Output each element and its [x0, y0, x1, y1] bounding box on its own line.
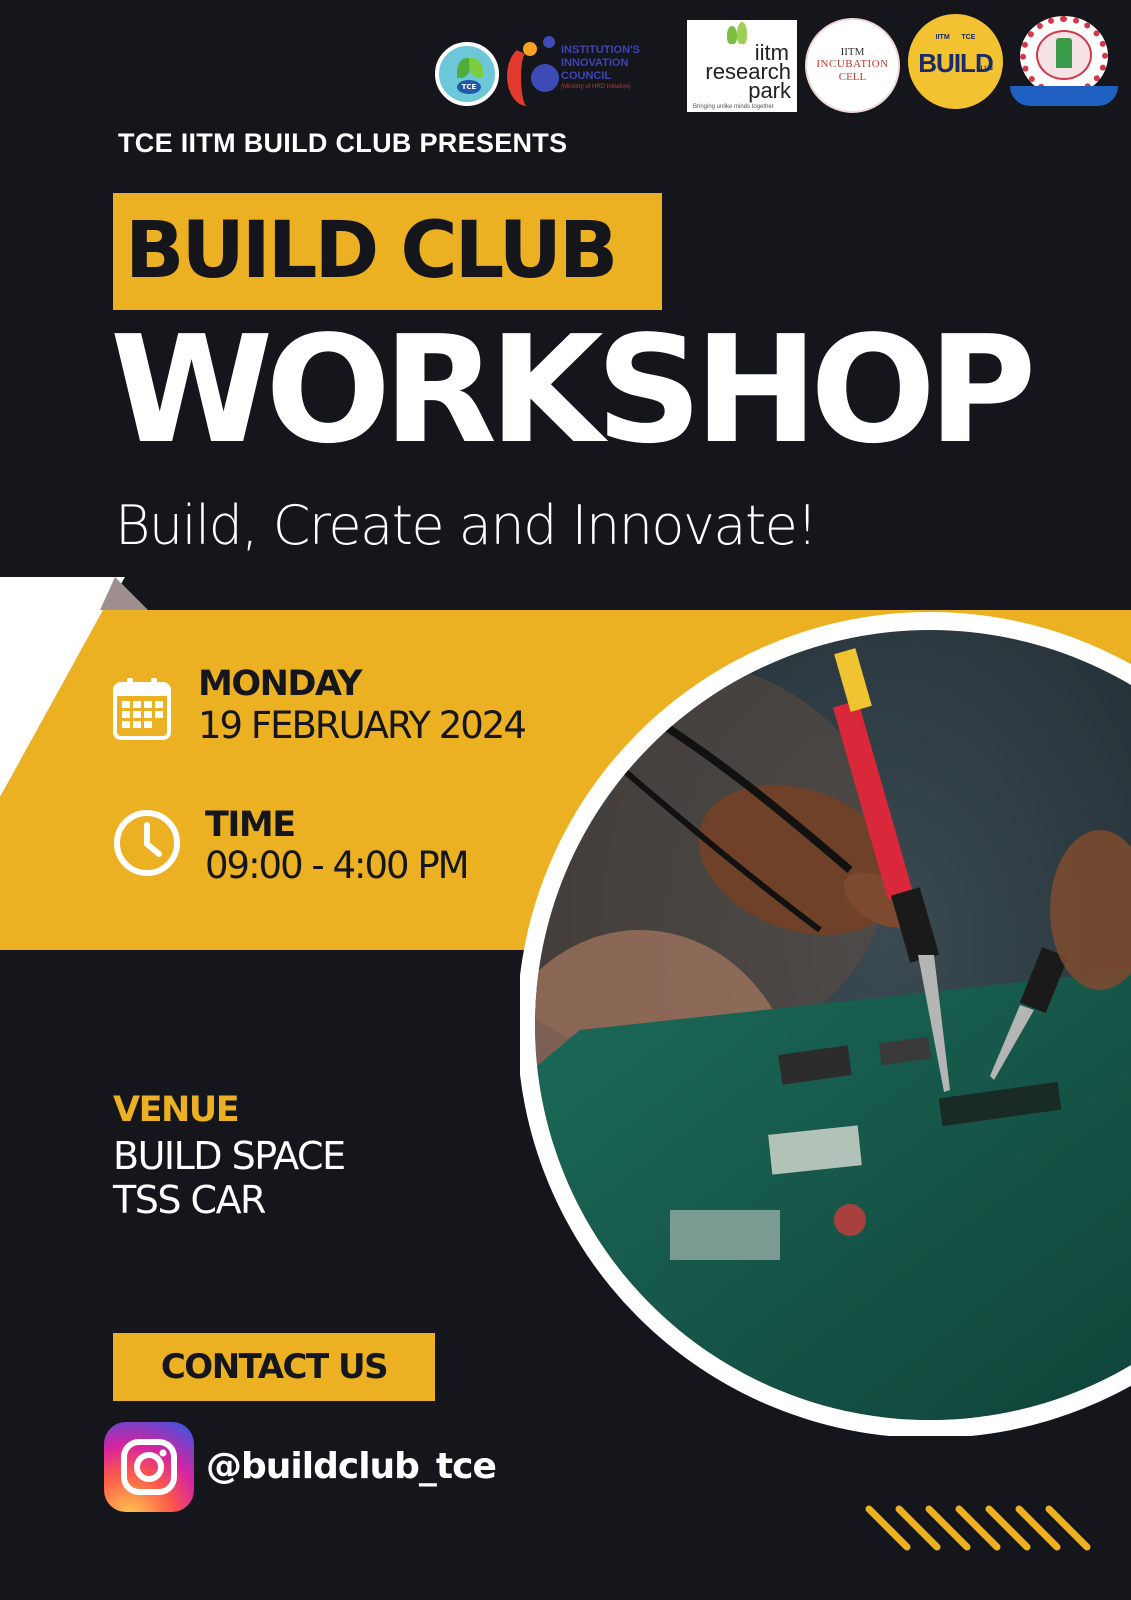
build-club-logo-top: IITM TCE — [935, 34, 976, 41]
build-club-logo-main: BUILD — [918, 48, 993, 78]
time-value: 09:00 - 4:00 PM — [205, 844, 470, 887]
event-date: 19 FEBRUARY 2024 — [198, 704, 527, 747]
time-label: TIME — [205, 805, 296, 845]
iic-line1: INSTITUTION'S — [561, 44, 641, 56]
decorative-stripes — [865, 1505, 1091, 1551]
workshop-poster: TCE INSTITUTION'S INNOVATION COUNCIL (Mi… — [0, 0, 1131, 1600]
contact-us-button[interactable]: CONTACT US — [113, 1333, 435, 1401]
instagram-icon[interactable] — [104, 1422, 194, 1512]
build-club-logo-small: CLUB — [976, 66, 993, 72]
instagram-handle[interactable]: @buildclub_tce — [206, 1444, 497, 1490]
event-subtitle: WORKSHOP — [110, 304, 1036, 476]
tagline: Build, Create and Innovate! — [115, 494, 818, 557]
iic-line3: COUNCIL — [561, 70, 612, 82]
calendar-icon — [113, 678, 171, 740]
title-banner: BUILD CLUB — [113, 193, 662, 310]
venue-label: VENUE — [113, 1090, 240, 1130]
incubation-cell-logo: IITM INCUBATION CELL — [805, 18, 900, 113]
sponsor-logos: TCE INSTITUTION'S INNOVATION COUNCIL (Mi… — [425, 14, 1125, 124]
tce-badge-text: TCE — [457, 80, 481, 94]
clock-icon — [114, 810, 180, 876]
iic-logo: INSTITUTION'S INNOVATION COUNCIL (Minist… — [505, 34, 660, 114]
incubation-text-2: INCUBATION — [816, 58, 889, 70]
venue-line-2: TSS CAR — [113, 1178, 266, 1222]
venue-line-1: BUILD SPACE — [113, 1134, 346, 1178]
incubation-text-1: IITM — [840, 46, 865, 58]
soldering-photo — [520, 612, 1131, 1436]
iic-line2: INNOVATION — [561, 57, 629, 69]
university-seal-logo — [1010, 16, 1118, 111]
event-day: MONDAY — [198, 664, 363, 704]
presents-line: TCE IITM BUILD CLUB PRESENTS — [118, 128, 568, 158]
tce-logo: TCE — [435, 42, 499, 106]
build-club-logo: IITM TCE BUILD CLUB — [908, 14, 1003, 109]
research-park-tagline: Bringing unlike minds together — [693, 104, 774, 110]
iic-sub: (Ministry of HRD Initiative) — [561, 84, 631, 90]
incubation-text-3: CELL — [838, 71, 867, 83]
event-title: BUILD CLUB — [125, 206, 618, 296]
research-park-logo: iitm research park Bringing unlike minds… — [687, 20, 797, 112]
research-park-text-3: park — [748, 78, 791, 103]
